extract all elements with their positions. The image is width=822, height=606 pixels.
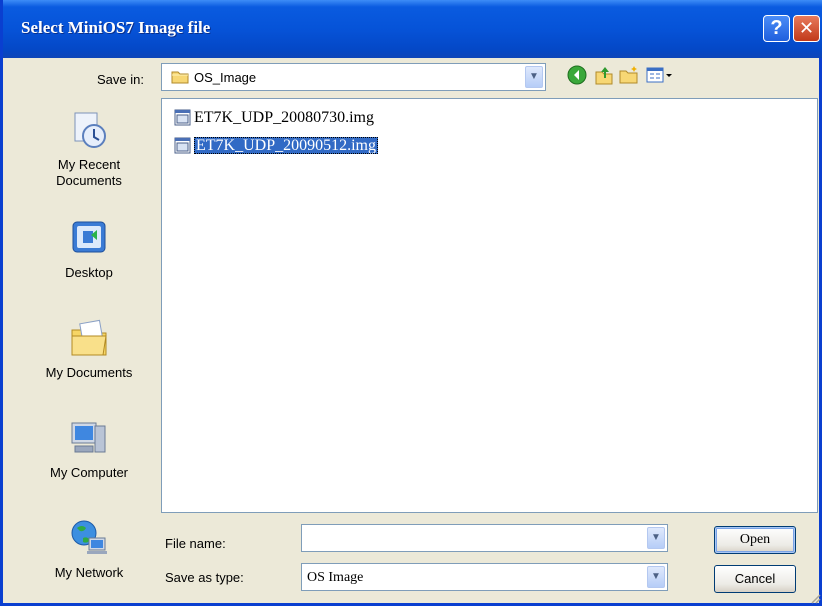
dialog-content: Save in: OS_Image ▼ My Recent Documents …: [3, 58, 822, 606]
my-documents-icon: [71, 319, 107, 356]
my-computer-icon: [71, 422, 106, 453]
place-my-recent-documents[interactable]: My Recent Documents: [27, 110, 151, 189]
desktop-icon: [72, 221, 106, 253]
save-in-label: Save in:: [97, 72, 144, 87]
chevron-down-icon[interactable]: ▼: [525, 66, 543, 88]
image-file-icon: [174, 109, 191, 126]
folder-icon: [171, 71, 189, 84]
new-folder-icon[interactable]: [618, 64, 640, 86]
image-file-icon: [174, 137, 191, 154]
back-icon[interactable]: [566, 64, 588, 86]
file-item[interactable]: ET7K_UDP_20080730.img: [174, 107, 374, 129]
place-label: My Network: [54, 565, 124, 580]
close-button[interactable]: ✕: [793, 15, 820, 42]
place-label: My Computer: [49, 465, 129, 480]
place-label: My Recent Documents: [56, 157, 122, 188]
place-label: Desktop: [65, 265, 113, 280]
place-my-computer[interactable]: My Computer: [27, 418, 151, 480]
chevron-down-icon[interactable]: ▼: [647, 566, 665, 588]
file-list[interactable]: ET7K_UDP_20080730.img ET7K_UDP_20090512.…: [161, 98, 818, 513]
save-as-type-label: Save as type:: [165, 570, 244, 585]
open-button[interactable]: Open: [714, 526, 796, 554]
title-bar[interactable]: Select MiniOS7 Image file ? ✕: [3, 0, 822, 58]
place-label: My Documents: [45, 365, 133, 380]
place-my-network[interactable]: My Network: [27, 518, 151, 580]
my-network-icon: [71, 520, 107, 554]
recent-documents-icon: [74, 112, 106, 148]
file-name-input[interactable]: ▼: [301, 524, 668, 552]
place-my-documents[interactable]: My Documents: [27, 318, 151, 380]
save-in-value: OS_Image: [194, 70, 257, 85]
place-desktop[interactable]: Desktop: [27, 218, 151, 280]
places-bar: My Recent Documents Desktop My Documents: [27, 98, 151, 588]
help-button[interactable]: ?: [763, 15, 790, 42]
file-name: ET7K_UDP_20090512.img: [194, 137, 378, 154]
file-name-label: File name:: [165, 536, 226, 551]
cancel-button[interactable]: Cancel: [714, 565, 796, 593]
file-item-selected[interactable]: ET7K_UDP_20090512.img: [174, 135, 378, 157]
resize-grip-icon[interactable]: [809, 592, 821, 604]
window-title: Select MiniOS7 Image file: [21, 18, 211, 37]
save-in-dropdown[interactable]: OS_Image ▼: [161, 63, 546, 91]
save-as-type-dropdown[interactable]: OS Image ▼: [301, 563, 668, 591]
file-dialog-window: Select MiniOS7 Image file ? ✕ Save in: O…: [0, 0, 822, 606]
file-name: ET7K_UDP_20080730.img: [194, 109, 374, 126]
chevron-down-icon[interactable]: ▼: [647, 527, 665, 549]
view-menu-icon[interactable]: [645, 64, 675, 86]
up-folder-icon[interactable]: [593, 64, 615, 86]
save-as-type-value: OS Image: [307, 570, 364, 585]
